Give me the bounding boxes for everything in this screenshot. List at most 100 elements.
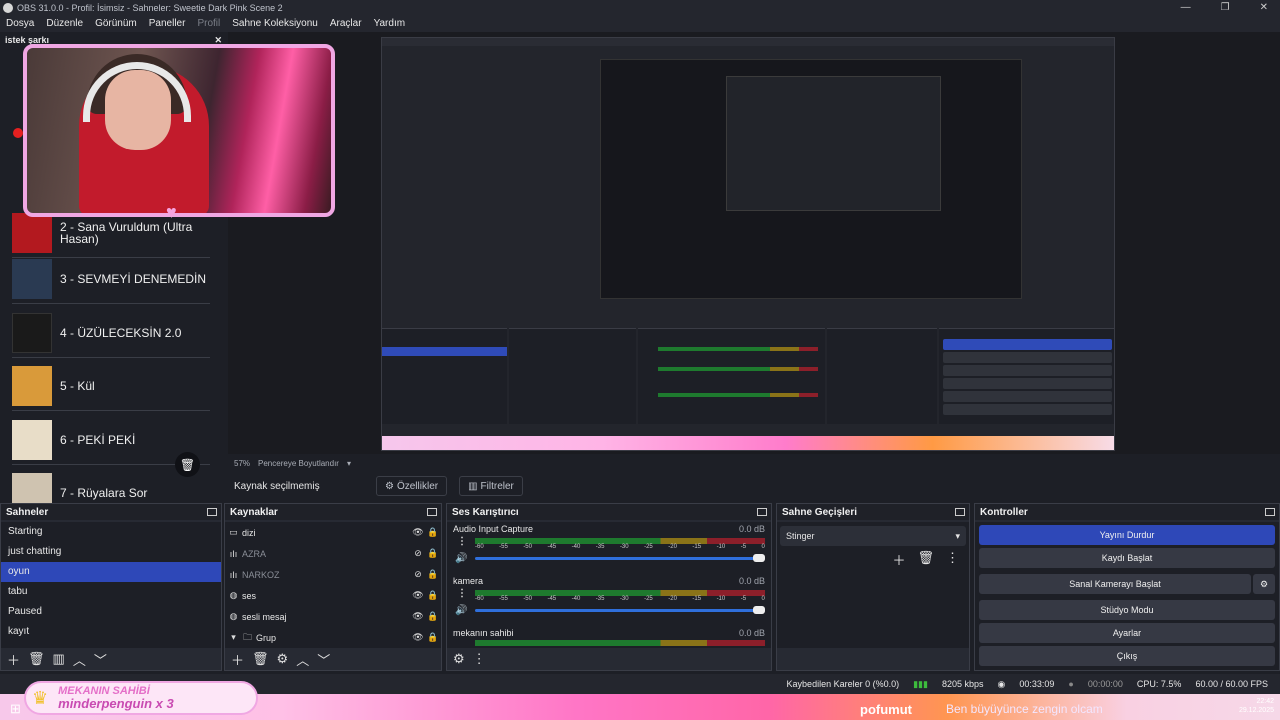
source-item[interactable]: ◍ sesli mesaj 👁 🔒: [225, 606, 441, 627]
program-preview[interactable]: [381, 37, 1115, 451]
eye-icon[interactable]: 👁: [411, 632, 425, 643]
scene-item[interactable]: Starting: [1, 522, 221, 542]
menu-araclar[interactable]: Araçlar: [324, 18, 368, 29]
settings-button[interactable]: Ayarlar: [979, 623, 1275, 643]
song-item[interactable]: 4 - ÜZÜLECEKSİN 2.0: [12, 308, 210, 358]
kebab-menu-icon[interactable]: ⋮: [946, 550, 959, 569]
eye-hidden-icon[interactable]: ⊘: [411, 569, 425, 580]
mixer-channel: Audio Input Capture 0.0 dB ⋮ -60 -55 -50 -45…: [447, 522, 771, 574]
undock-icon[interactable]: [757, 508, 767, 516]
source-item[interactable]: ◍ ses 👁 🔒: [225, 585, 441, 606]
channel-name: mekanın sahibi: [453, 628, 514, 638]
record-icon: ●: [1068, 679, 1074, 689]
undock-icon[interactable]: [207, 508, 217, 516]
lock-icon[interactable]: 🔒: [425, 527, 441, 538]
eye-icon[interactable]: 👁: [411, 590, 425, 601]
move-down-icon[interactable]: ﹀: [94, 650, 107, 669]
menu-yardim[interactable]: Yardım: [368, 18, 412, 29]
kebab-menu-icon[interactable]: ⋮: [457, 588, 467, 599]
lock-icon[interactable]: 🔒: [425, 569, 441, 580]
lock-icon[interactable]: 🔒: [425, 611, 441, 622]
meter-tick-label: -60: [475, 544, 484, 550]
virtual-camera-settings-icon[interactable]: ⚙: [1253, 574, 1275, 594]
move-down-icon[interactable]: ﹀: [317, 650, 330, 669]
start-virtual-camera-button[interactable]: Sanal Kamerayı Başlat: [979, 574, 1251, 594]
channel-name: kamera: [453, 576, 484, 586]
eye-icon[interactable]: 👁: [411, 527, 425, 538]
mini-status-bar: [382, 424, 1114, 436]
chevron-down-icon[interactable]: ▾: [347, 459, 351, 468]
album-thumbnail: [12, 365, 52, 406]
add-transition-icon[interactable]: ＋: [892, 550, 905, 569]
minimize-icon[interactable]: —: [1181, 2, 1191, 13]
dropped-frames: Kaybedilen Kareler 0 (%0.0): [786, 679, 900, 689]
kebab-menu-icon[interactable]: ⋮: [457, 536, 467, 547]
add-scene-icon[interactable]: ＋: [7, 650, 20, 669]
channel-db: 0.0 dB: [738, 628, 765, 638]
eye-hidden-icon[interactable]: ⊘: [411, 548, 425, 559]
gear-icon[interactable]: ⚙: [277, 651, 289, 667]
scene-item[interactable]: just chatting: [1, 542, 221, 562]
menu-dosya[interactable]: Dosya: [0, 18, 40, 29]
remove-source-icon[interactable]: 🗑: [252, 651, 269, 667]
scene-item[interactable]: tabu: [1, 582, 221, 602]
undock-icon[interactable]: [1265, 508, 1275, 516]
start-recording-button[interactable]: Kaydı Başlat: [979, 548, 1275, 568]
windows-start-icon[interactable]: ⊞: [10, 701, 21, 717]
volume-knob[interactable]: [753, 606, 765, 614]
song-item[interactable]: 3 - SEVMEYİ DENEMEDİN: [12, 254, 210, 304]
source-item[interactable]: ▾ 🗀 Grup 👁 🔒: [225, 627, 441, 648]
audio-icon: ıIı: [229, 569, 238, 580]
globe-icon: ◍: [229, 590, 238, 600]
song-item[interactable]: 5 - Kül: [12, 361, 210, 411]
eye-icon[interactable]: 👁: [411, 611, 425, 622]
volume-slider[interactable]: [475, 606, 765, 614]
transitions-dock: Sahne Geçişleri Stinger ▾ ＋ 🗑 ⋮: [776, 503, 970, 671]
volume-knob[interactable]: [753, 554, 765, 562]
filters-icon[interactable]: ▥: [53, 651, 65, 667]
menu-profil[interactable]: Profil: [191, 18, 226, 29]
transition-select[interactable]: Stinger ▾: [780, 526, 966, 546]
undock-icon[interactable]: [427, 508, 437, 516]
scene-item[interactable]: Paused: [1, 602, 221, 622]
menu-duzenle[interactable]: Düzenle: [40, 18, 89, 29]
scene-item-selected[interactable]: oyun: [1, 562, 221, 582]
add-source-icon[interactable]: ＋: [231, 650, 244, 669]
volume-slider[interactable]: [475, 554, 765, 562]
trash-icon[interactable]: 🗑: [175, 452, 200, 477]
exit-button[interactable]: Çıkış: [979, 646, 1275, 666]
menu-gorunum[interactable]: Görünüm: [89, 18, 143, 29]
properties-button[interactable]: ⚙ Özellikler: [376, 476, 448, 496]
stop-stream-button[interactable]: Yayını Durdur: [979, 525, 1275, 545]
scenes-header: Sahneler: [1, 504, 221, 520]
remove-transition-icon[interactable]: 🗑: [917, 550, 934, 569]
gear-icon[interactable]: ⚙: [453, 651, 465, 667]
meter-tick-label: -40: [571, 544, 581, 550]
kebab-menu-icon[interactable]: ⋮: [473, 651, 486, 667]
chevron-down-icon[interactable]: ▾: [228, 632, 239, 643]
lock-icon[interactable]: 🔒: [425, 548, 441, 559]
menu-paneller[interactable]: Paneller: [143, 18, 192, 29]
lock-icon[interactable]: 🔒: [425, 632, 441, 643]
studio-mode-button[interactable]: Stüdyo Modu: [979, 600, 1275, 620]
source-item[interactable]: ıIı AZRA ⊘ 🔒: [225, 543, 441, 564]
scene-item[interactable]: kayıt: [1, 622, 221, 642]
meter-tick-label: -5: [740, 544, 747, 550]
source-item[interactable]: ıIı NARKOZ ⊘ 🔒: [225, 564, 441, 585]
lock-icon[interactable]: 🔒: [425, 590, 441, 601]
maximize-icon[interactable]: ❐: [1221, 2, 1230, 13]
move-up-icon[interactable]: ︿: [296, 650, 309, 669]
speaker-icon[interactable]: 🔊: [455, 605, 467, 616]
undock-icon[interactable]: [955, 508, 965, 516]
menu-sahne-koleksiyonu[interactable]: Sahne Koleksiyonu: [226, 18, 324, 29]
speaker-icon[interactable]: 🔊: [455, 553, 467, 564]
transitions-body: Stinger ▾ ＋ 🗑 ⋮: [777, 522, 969, 648]
filters-button[interactable]: ▥ Filtreler: [459, 476, 523, 496]
move-up-icon[interactable]: ︿: [73, 650, 86, 669]
zoom-mode-select[interactable]: Pencereye Boyutlandır: [258, 459, 339, 468]
brand-slogan: Ben büyüyünce zengin olcam: [946, 702, 1103, 716]
source-item[interactable]: ▭ dizi 👁 🔒: [225, 522, 441, 543]
close-icon[interactable]: ✕: [1260, 2, 1268, 13]
channel-db: 0.0 dB: [738, 524, 765, 534]
remove-scene-icon[interactable]: 🗑: [28, 651, 45, 667]
